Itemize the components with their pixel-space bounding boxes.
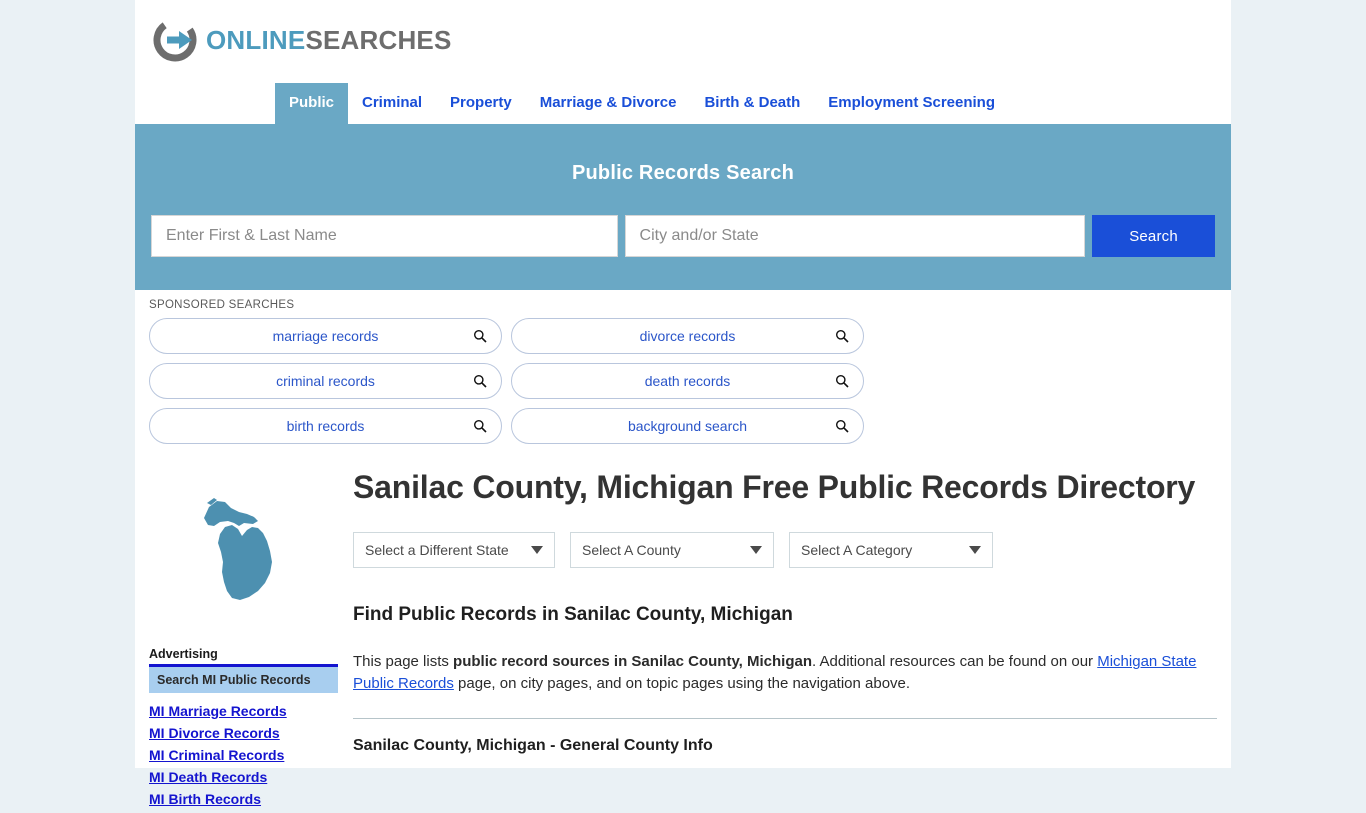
- logo-text-searches: SEARCHES: [305, 24, 452, 55]
- general-county-info-heading: Sanilac County, Michigan - General Count…: [353, 736, 713, 754]
- tab-birth-death[interactable]: Birth & Death: [690, 83, 814, 124]
- sponsored-pill-grid: marriage records divorce records crimina…: [149, 318, 1217, 444]
- michigan-state-map-icon: [203, 498, 272, 600]
- site-container: ONLINESEARCHES Public Criminal Property …: [135, 0, 1231, 807]
- intro-bold-1: public record sources in Sanilac County,…: [453, 653, 813, 671]
- pill-label: criminal records: [276, 373, 375, 389]
- chevron-down-icon: [750, 546, 762, 555]
- select-category-label: Select A Category: [801, 542, 913, 559]
- tab-property[interactable]: Property: [436, 83, 526, 124]
- chevron-down-icon: [531, 546, 543, 555]
- sidebar-link-mi-criminal-records[interactable]: MI Criminal Records: [149, 747, 338, 763]
- magnifier-icon: [473, 419, 487, 433]
- state-map-container: [149, 460, 338, 645]
- sponsored-pill-marriage-records[interactable]: marriage records: [149, 318, 502, 354]
- site-header: ONLINESEARCHES: [135, 0, 1231, 82]
- filter-selects: Select a Different State Select A County…: [353, 532, 1217, 569]
- search-form: Search: [151, 215, 1215, 257]
- tab-public[interactable]: Public: [275, 83, 349, 124]
- find-records-heading: Find Public Records in Sanilac County, M…: [353, 604, 793, 626]
- sidebar-link-mi-divorce-records[interactable]: MI Divorce Records: [149, 725, 338, 741]
- chevron-down-icon: [969, 546, 981, 555]
- tab-marriage-divorce[interactable]: Marriage & Divorce: [526, 83, 691, 124]
- intro-paragraph: This page lists public record sources in…: [353, 651, 1217, 695]
- sidebar-link-mi-birth-records[interactable]: MI Birth Records: [149, 791, 338, 807]
- left-sidebar: Advertising Search MI Public Records MI …: [149, 458, 338, 813]
- pill-label: birth records: [286, 418, 365, 434]
- magnifier-icon: [473, 374, 487, 388]
- select-state[interactable]: Select a Different State: [353, 532, 555, 569]
- section-divider: [353, 717, 1217, 719]
- page-content: Advertising Search MI Public Records MI …: [135, 444, 1231, 813]
- pill-label: death records: [644, 373, 731, 389]
- magnifier-icon: [835, 419, 849, 433]
- main-column: Sanilac County, Michigan Free Public Rec…: [338, 458, 1217, 813]
- tab-employment-screening[interactable]: Employment Screening: [814, 83, 1009, 124]
- advertising-block: Advertising Search MI Public Records MI …: [149, 647, 338, 807]
- sponsored-pill-death-records[interactable]: death records: [511, 363, 864, 399]
- magnifier-icon: [835, 329, 849, 343]
- circle-arrow-icon: [153, 18, 197, 62]
- select-state-label: Select a Different State: [365, 542, 509, 559]
- search-button[interactable]: Search: [1092, 215, 1215, 257]
- intro-text-2: . Additional resources can be found on o…: [812, 653, 1098, 671]
- public-records-search-banner: Public Records Search Search: [135, 126, 1231, 290]
- sponsored-searches-label: SPONSORED SEARCHES: [149, 299, 295, 311]
- nav-items: Public Criminal Property Marriage & Divo…: [275, 82, 1009, 124]
- select-county-label: Select A County: [582, 542, 681, 559]
- pill-label: marriage records: [272, 328, 379, 344]
- magnifier-icon: [835, 374, 849, 388]
- banner-title: Public Records Search: [571, 162, 795, 184]
- logo-text-online: ONLINE: [206, 24, 306, 55]
- sponsored-pill-birth-records[interactable]: birth records: [149, 408, 502, 444]
- main-navigation: Public Criminal Property Marriage & Divo…: [135, 82, 1231, 126]
- page-root: ONLINESEARCHES Public Criminal Property …: [0, 0, 1366, 807]
- intro-text-3: page, on city pages, and on topic pages …: [453, 675, 911, 693]
- ad-box-title: Search MI Public Records: [149, 667, 338, 693]
- pill-label: divorce records: [639, 328, 736, 344]
- sponsored-pill-background-search[interactable]: background search: [511, 408, 864, 444]
- sidebar-link-mi-death-records[interactable]: MI Death Records: [149, 769, 338, 785]
- intro-text-1: This page lists: [353, 653, 454, 671]
- site-logo[interactable]: ONLINESEARCHES: [153, 18, 452, 62]
- tab-criminal[interactable]: Criminal: [348, 83, 436, 124]
- page-title: Sanilac County, Michigan Free Public Rec…: [353, 469, 1196, 505]
- sponsored-pill-criminal-records[interactable]: criminal records: [149, 363, 502, 399]
- sidebar-link-mi-marriage-records[interactable]: MI Marriage Records: [149, 703, 338, 719]
- sponsored-searches: SPONSORED SEARCHES marriage records divo…: [135, 290, 1231, 444]
- select-county[interactable]: Select A County: [570, 532, 774, 569]
- logo-wordmark: ONLINESEARCHES: [206, 25, 452, 56]
- location-search-input[interactable]: [624, 215, 1086, 257]
- select-category[interactable]: Select A Category: [789, 532, 993, 569]
- magnifier-icon: [473, 329, 487, 343]
- sponsored-pill-divorce-records[interactable]: divorce records: [511, 318, 864, 354]
- pill-label: background search: [627, 418, 748, 434]
- advertising-label: Advertising: [149, 647, 338, 667]
- name-search-input[interactable]: [151, 215, 618, 257]
